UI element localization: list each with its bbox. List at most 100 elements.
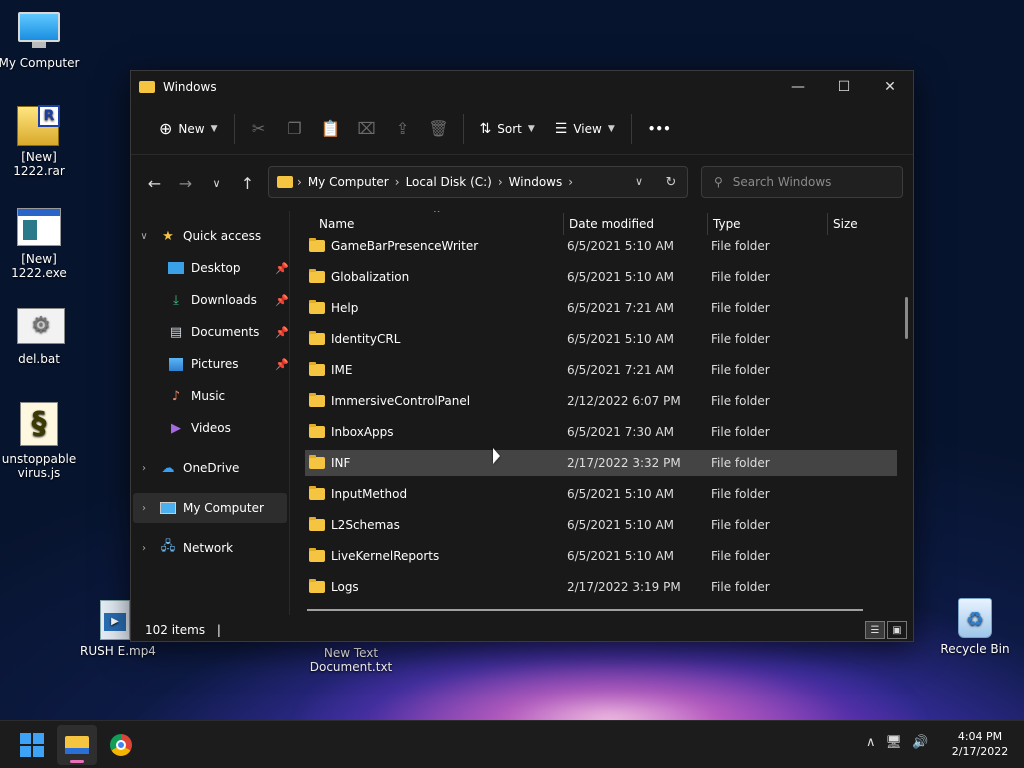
desktop-icon-exe[interactable]: [New] 1222.exe: [0, 208, 81, 280]
desktop-icon-js[interactable]: § unstoppable virus.js: [0, 402, 81, 480]
sidebar-item-onedrive[interactable]: › ☁ OneDrive: [137, 453, 291, 483]
collapsed-chevron-icon[interactable]: ›: [137, 463, 151, 474]
column-header-type[interactable]: Type: [713, 217, 741, 231]
toolbar-separator: [462, 113, 464, 144]
column-divider[interactable]: [707, 213, 708, 235]
sidebar-item-network[interactable]: › 🖧 Network: [137, 533, 291, 563]
view-button[interactable]: ☰ View ▼: [545, 113, 625, 145]
file-type: File folder: [711, 456, 770, 470]
table-row-hovered[interactable]: INF 2/17/2022 3:32 PM File folder: [305, 450, 897, 476]
clock[interactable]: 4:04 PM 2/17/2022: [950, 729, 1010, 759]
breadcrumb-local-disk[interactable]: Local Disk (C:): [400, 175, 498, 189]
file-name: Logs: [331, 580, 359, 594]
volume-icon[interactable]: 🔊: [912, 735, 928, 750]
table-row[interactable]: InboxApps 6/5/2021 7:30 AM File folder: [305, 419, 897, 445]
address-dropdown-chevron-icon[interactable]: ∨: [623, 175, 655, 190]
collapsed-chevron-icon[interactable]: ›: [137, 503, 151, 514]
file-type: File folder: [711, 301, 770, 315]
rename-icon[interactable]: ⌧: [349, 113, 385, 145]
file-name: ImmersiveControlPanel: [331, 394, 471, 408]
recent-locations-chevron-icon[interactable]: ∨: [201, 167, 232, 199]
vertical-scrollbar-thumb[interactable]: [905, 297, 908, 339]
new-label: New: [178, 121, 205, 136]
column-header-name[interactable]: Name: [319, 217, 354, 231]
table-row[interactable]: ImmersiveControlPanel 2/12/2022 6:07 PM …: [305, 388, 897, 414]
column-header-size[interactable]: Size: [833, 217, 858, 231]
pane-divider[interactable]: [289, 211, 290, 615]
table-row[interactable]: L2Schemas 6/5/2021 5:10 AM File folder: [305, 512, 897, 538]
sort-button[interactable]: ⇅ Sort ▼: [470, 113, 545, 145]
file-type: File folder: [711, 270, 770, 284]
desktop-icon-label: New Text Document.txt: [309, 646, 393, 674]
new-button[interactable]: ⊕ New ▼: [149, 113, 228, 145]
horizontal-scrollbar-thumb[interactable]: [307, 609, 863, 611]
command-bar: ⊕ New ▼ ✂ ❐ 📋 ⌧ ⇪ 🗑 ⇅ Sort ▼ ☰ View ▼ ••…: [131, 103, 913, 155]
forward-arrow-icon[interactable]: →: [170, 167, 201, 199]
desktop-icon-bat[interactable]: ⚙ del.bat: [0, 308, 81, 366]
view-toggle-group: ☰ ▣: [865, 621, 907, 639]
more-options-button[interactable]: •••: [638, 113, 681, 145]
sidebar-item-my-computer[interactable]: › My Computer: [133, 493, 287, 523]
column-divider[interactable]: [563, 213, 564, 235]
back-arrow-icon[interactable]: ←: [139, 167, 170, 199]
search-input[interactable]: [732, 175, 883, 189]
table-row[interactable]: LiveKernelReports 6/5/2021 5:10 AM File …: [305, 543, 897, 569]
address-bar[interactable]: › My Computer › Local Disk (C:) › Window…: [268, 166, 688, 198]
desktop-icon-recycle-bin[interactable]: ♻ Recycle Bin: [933, 598, 1017, 656]
sidebar-item-pictures[interactable]: Pictures 📌: [137, 349, 291, 379]
delete-icon[interactable]: 🗑: [421, 113, 457, 145]
share-icon[interactable]: ⇪: [385, 113, 421, 145]
desktop-icon-rar[interactable]: R [New] 1222.rar: [0, 105, 81, 178]
file-type: File folder: [711, 487, 770, 501]
chrome-icon: [110, 734, 132, 756]
minimize-button[interactable]: —: [775, 71, 821, 103]
taskbar-file-explorer[interactable]: [57, 725, 97, 765]
refresh-icon[interactable]: ↻: [655, 175, 687, 190]
details-view-icon[interactable]: ☰: [865, 621, 885, 639]
tiles-view-icon[interactable]: ▣: [887, 621, 907, 639]
cut-icon[interactable]: ✂: [241, 113, 277, 145]
table-row[interactable]: IME 6/5/2021 7:21 AM File folder: [305, 357, 897, 383]
network-icon[interactable]: 🖥: [886, 735, 903, 750]
toolbar-separator: [630, 113, 632, 144]
file-name: IME: [331, 363, 353, 377]
sidebar-item-label: OneDrive: [183, 461, 240, 475]
sidebar-item-quick-access[interactable]: ∨ ★ Quick access: [137, 221, 291, 251]
search-box[interactable]: ⚲: [701, 166, 903, 198]
expanded-chevron-icon[interactable]: ∨: [137, 231, 151, 242]
title-bar[interactable]: Windows — ☐ ✕: [131, 71, 913, 103]
column-divider[interactable]: [827, 213, 828, 235]
table-row[interactable]: Logs 2/17/2022 3:19 PM File folder: [305, 574, 897, 600]
sidebar-item-documents[interactable]: ▤ Documents 📌: [137, 317, 291, 347]
desktop-icon-txt[interactable]: New Text Document.txt: [309, 646, 393, 674]
file-explorer-window[interactable]: Windows — ☐ ✕ ⊕ New ▼ ✂ ❐ 📋 ⌧ ⇪ 🗑 ⇅ Sort…: [130, 70, 914, 642]
taskbar-chrome[interactable]: [101, 725, 141, 765]
view-label: View: [573, 121, 602, 136]
table-row[interactable]: Help 6/5/2021 7:21 AM File folder: [305, 295, 897, 321]
column-header-date[interactable]: Date modified: [569, 217, 654, 231]
sidebar-item-desktop[interactable]: Desktop 📌: [137, 253, 291, 283]
table-row[interactable]: IdentityCRL 6/5/2021 5:10 AM File folder: [305, 326, 897, 352]
breadcrumb-windows[interactable]: Windows: [503, 175, 569, 189]
sidebar-item-downloads[interactable]: ⤓ Downloads 📌: [137, 285, 291, 315]
breadcrumb-my-computer[interactable]: My Computer: [302, 175, 395, 189]
close-button[interactable]: ✕: [867, 71, 913, 103]
sidebar-item-music[interactable]: ♪ Music: [137, 381, 291, 411]
recycle-bin-icon: ♻: [953, 598, 997, 638]
collapsed-chevron-icon[interactable]: ›: [137, 543, 151, 554]
desktop-icon-my-computer[interactable]: My Computer: [0, 12, 81, 70]
file-name: LiveKernelReports: [331, 549, 440, 563]
table-row[interactable]: InputMethod 6/5/2021 5:10 AM File folder: [305, 481, 897, 507]
copy-icon[interactable]: ❐: [277, 113, 313, 145]
file-date: 6/5/2021 5:10 AM: [567, 332, 675, 346]
show-hidden-icons-chevron-icon[interactable]: ∧: [866, 735, 876, 750]
chevron-down-icon: ▼: [527, 123, 535, 134]
maximize-button[interactable]: ☐: [821, 71, 867, 103]
table-row[interactable]: Globalization 6/5/2021 5:10 AM File fold…: [305, 264, 897, 290]
up-arrow-icon[interactable]: ↑: [232, 167, 263, 199]
paste-icon[interactable]: 📋: [313, 113, 349, 145]
start-button[interactable]: [12, 725, 52, 765]
table-row[interactable]: GameBarPresenceWriter 6/5/2021 5:10 AM F…: [305, 233, 897, 259]
sidebar-item-videos[interactable]: ▶ Videos: [137, 413, 291, 443]
picture-icon: [167, 356, 185, 372]
